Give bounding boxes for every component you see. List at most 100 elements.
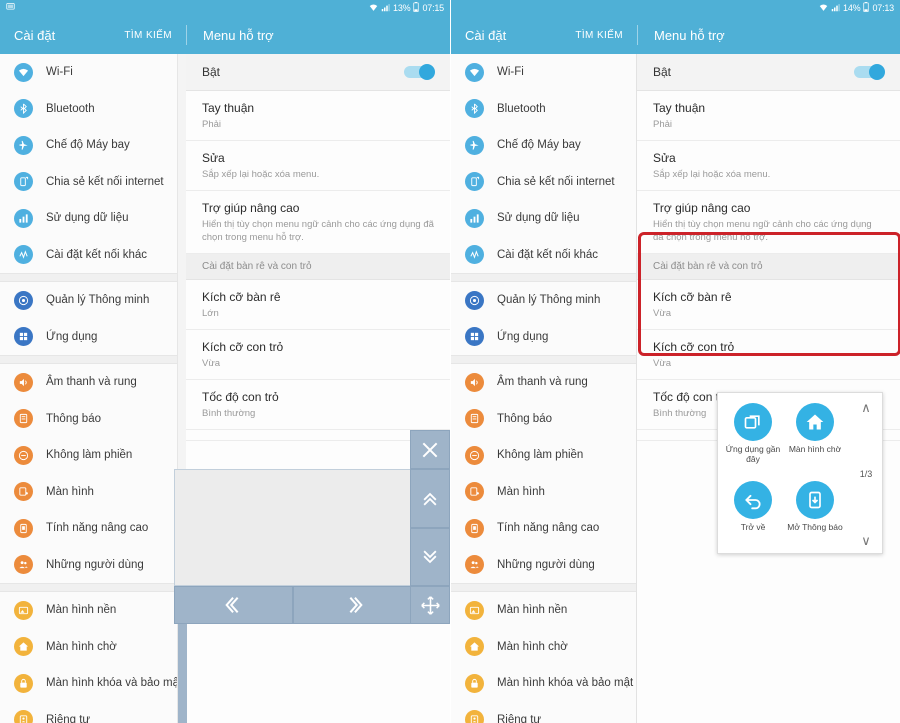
- sidebar-item-tethering[interactable]: Chia sẻ kết nối internet: [0, 164, 185, 201]
- assistant-menu-item-home[interactable]: Màn hình chờ: [784, 403, 846, 477]
- sidebar-item-privacy[interactable]: Riêng tư: [451, 702, 636, 723]
- sidebar-item-label: Quản lý Thông minh: [497, 294, 601, 307]
- home-screen-icon: [14, 637, 33, 657]
- sidebar-item-lock-security[interactable]: Màn hình khóa và bảo mật: [451, 665, 636, 702]
- assistant-menu-item-label: Màn hình chờ: [788, 444, 842, 454]
- setting-value: Vừa: [653, 308, 671, 319]
- chevron-up-icon[interactable]: ∧: [861, 401, 871, 414]
- setting-row-edit[interactable]: Sửa Sắp xếp lại hoặc xóa menu.: [186, 141, 450, 191]
- app-bar-settings-section: Cài đặt TÌM KIẾM: [0, 28, 186, 43]
- setting-row-cursor-size[interactable]: Kích cỡ con trỏ Vừa: [637, 330, 900, 380]
- data-usage-icon: [14, 208, 33, 228]
- assistant-menu-popup[interactable]: Ứng dụng gần đây Màn hình chờ Trở về Mở …: [717, 392, 883, 554]
- setting-row-touchpad-size[interactable]: Kích cỡ bàn rê Lớn: [186, 280, 450, 330]
- settings-sidebar-left[interactable]: Wi-Fi Bluetooth Chế độ Máy bay Chia sẻ k…: [0, 54, 186, 723]
- overlay-touchpad-area[interactable]: [174, 469, 414, 586]
- setting-title: Tốc độ con trỏ: [202, 390, 279, 404]
- sidebar-item-users[interactable]: Những người dùng: [451, 547, 636, 584]
- chevron-down-icon[interactable]: ∨: [861, 534, 871, 547]
- sidebar-item-wifi[interactable]: Wi-Fi: [0, 54, 185, 91]
- overlay-close-button[interactable]: [410, 430, 450, 469]
- sidebar-item-smart-manager[interactable]: Quản lý Thông minh: [0, 282, 185, 319]
- overlay-scroll-up-button[interactable]: [410, 469, 450, 528]
- sidebar-item-advanced-features[interactable]: Tính năng nâng cao: [0, 510, 185, 547]
- sidebar-item-bluetooth[interactable]: Bluetooth: [0, 91, 185, 128]
- setting-row-cursor-size[interactable]: Kích cỡ con trỏ Vừa: [186, 330, 450, 380]
- settings-sidebar-right[interactable]: Wi-Fi Bluetooth Chế độ Máy bay Chia sẻ k…: [451, 54, 637, 723]
- sidebar-item-bluetooth[interactable]: Bluetooth: [451, 91, 636, 128]
- sidebar-item-label: Màn hình khóa và bảo mật: [46, 677, 183, 690]
- sidebar-item-display[interactable]: Màn hình: [451, 474, 636, 511]
- sidebar-item-more-connections[interactable]: Cài đặt kết nối khác: [451, 237, 636, 274]
- dual-screenshot-container: 13% 07:15 Cài đặt TÌM KIẾM Menu hỗ trợ W…: [0, 0, 900, 723]
- status-bar-left: 13% 07:15: [0, 0, 450, 16]
- overlay-next-button[interactable]: [293, 586, 414, 624]
- sidebar-item-label: Wi-Fi: [46, 66, 73, 79]
- setting-title: Kích cỡ con trỏ: [202, 340, 284, 354]
- assistant-menu-switch[interactable]: [854, 64, 885, 80]
- sidebar-item-apps[interactable]: Ứng dụng: [451, 319, 636, 356]
- setting-title: Kích cỡ bàn rê: [653, 290, 732, 304]
- battery-percent-label: 14%: [843, 3, 861, 13]
- sidebar-item-home-screen[interactable]: Màn hình chờ: [451, 629, 636, 666]
- status-bar-right-group-right: 14% 07:13: [819, 2, 894, 14]
- sidebar-item-apps[interactable]: Ứng dụng: [0, 319, 185, 356]
- overlay-previous-button[interactable]: [174, 586, 293, 624]
- sidebar-item-do-not-disturb[interactable]: Không làm phiền: [0, 437, 185, 474]
- setting-row-touchpad-size[interactable]: Kích cỡ bàn rê Vừa: [637, 280, 900, 330]
- assistant-menu-switch[interactable]: [404, 64, 435, 80]
- assistant-menu-pager: ∧ 1/3 ∨: [850, 393, 882, 553]
- advanced-features-icon: [465, 518, 484, 538]
- search-button[interactable]: TÌM KIẾM: [575, 30, 623, 41]
- assistant-menu-item-recent-apps[interactable]: Ứng dụng gần đây: [722, 403, 784, 477]
- sidebar-item-lock-security[interactable]: Màn hình khóa và bảo mật: [0, 665, 185, 702]
- setting-title: Kích cỡ con trỏ: [653, 340, 735, 354]
- sidebar-item-users[interactable]: Những người dùng: [0, 547, 185, 584]
- assistant-menu-item-back[interactable]: Trở về: [722, 481, 784, 545]
- sidebar-item-display[interactable]: Màn hình: [0, 474, 185, 511]
- sidebar-item-label: Chế độ Máy bay: [497, 139, 581, 152]
- assistant-menu-grid: Ứng dụng gần đây Màn hình chờ Trở về Mở …: [718, 393, 850, 553]
- sidebar-item-wifi[interactable]: Wi-Fi: [451, 54, 636, 91]
- sidebar-item-label: Sử dụng dữ liệu: [46, 212, 129, 225]
- section-header-touchpad-cursor: Cài đặt bàn rê và con trỏ: [186, 254, 450, 280]
- overlay-scroll-down-button[interactable]: [410, 528, 450, 586]
- more-connections-icon: [465, 245, 484, 265]
- sidebar-item-label: Không làm phiền: [46, 449, 133, 462]
- sidebar-item-notifications[interactable]: Thông báo: [451, 401, 636, 438]
- sidebar-item-more-connections[interactable]: Cài đặt kết nối khác: [0, 237, 185, 274]
- setting-row-handedness[interactable]: Tay thuận Phải: [637, 91, 900, 141]
- sidebar-item-data-usage[interactable]: Sử dụng dữ liệu: [0, 200, 185, 237]
- setting-row-advanced-help[interactable]: Trợ giúp nâng cao Hiển thị tùy chọn menu…: [186, 191, 450, 254]
- sidebar-item-home-screen[interactable]: Màn hình chờ: [0, 629, 185, 666]
- setting-row-cursor-speed[interactable]: Tốc độ con trỏ Bình thường: [186, 380, 450, 430]
- sidebar-item-sound-vibration[interactable]: Âm thanh và rung: [451, 364, 636, 401]
- sidebar-item-notifications[interactable]: Thông báo: [0, 401, 185, 438]
- sidebar-item-smart-manager[interactable]: Quản lý Thông minh: [451, 282, 636, 319]
- sidebar-item-tethering[interactable]: Chia sẻ kết nối internet: [451, 164, 636, 201]
- setting-row-edit[interactable]: Sửa Sắp xếp lại hoặc xóa menu.: [637, 141, 900, 191]
- search-button[interactable]: TÌM KIẾM: [124, 30, 172, 41]
- sidebar-item-wallpaper[interactable]: Màn hình nền: [0, 592, 185, 629]
- sidebar-item-airplane-mode[interactable]: Chế độ Máy bay: [451, 127, 636, 164]
- wifi-icon: [465, 62, 484, 82]
- sidebar-item-do-not-disturb[interactable]: Không làm phiền: [451, 437, 636, 474]
- sidebar-item-wallpaper[interactable]: Màn hình nền: [451, 592, 636, 629]
- detail-title: Menu hỗ trợ: [203, 27, 274, 43]
- overlay-move-handle[interactable]: [410, 586, 450, 624]
- assistant-menu-item-notifications[interactable]: Mở Thông báo: [784, 481, 846, 545]
- sidebar-item-data-usage[interactable]: Sử dụng dữ liệu: [451, 200, 636, 237]
- setting-row-advanced-help[interactable]: Trợ giúp nâng cao Hiển thị tùy chọn menu…: [637, 191, 900, 254]
- sidebar-item-privacy[interactable]: Riêng tư: [0, 702, 185, 723]
- sidebar-item-sound-vibration[interactable]: Âm thanh và rung: [0, 364, 185, 401]
- sidebar-item-airplane-mode[interactable]: Chế độ Máy bay: [0, 127, 185, 164]
- do-not-disturb-icon: [14, 445, 33, 465]
- assistant-menu-toggle-row[interactable]: Bật: [186, 54, 450, 91]
- notification-panel-icon: [796, 481, 834, 519]
- sidebar-item-advanced-features[interactable]: Tính năng nâng cao: [451, 510, 636, 547]
- assistant-menu-toggle-row[interactable]: Bật: [637, 54, 900, 91]
- sidebar-divider: [0, 583, 185, 592]
- assistant-touchpad-overlay[interactable]: [174, 430, 450, 624]
- data-usage-icon: [465, 208, 484, 228]
- setting-row-handedness[interactable]: Tay thuận Phải: [186, 91, 450, 141]
